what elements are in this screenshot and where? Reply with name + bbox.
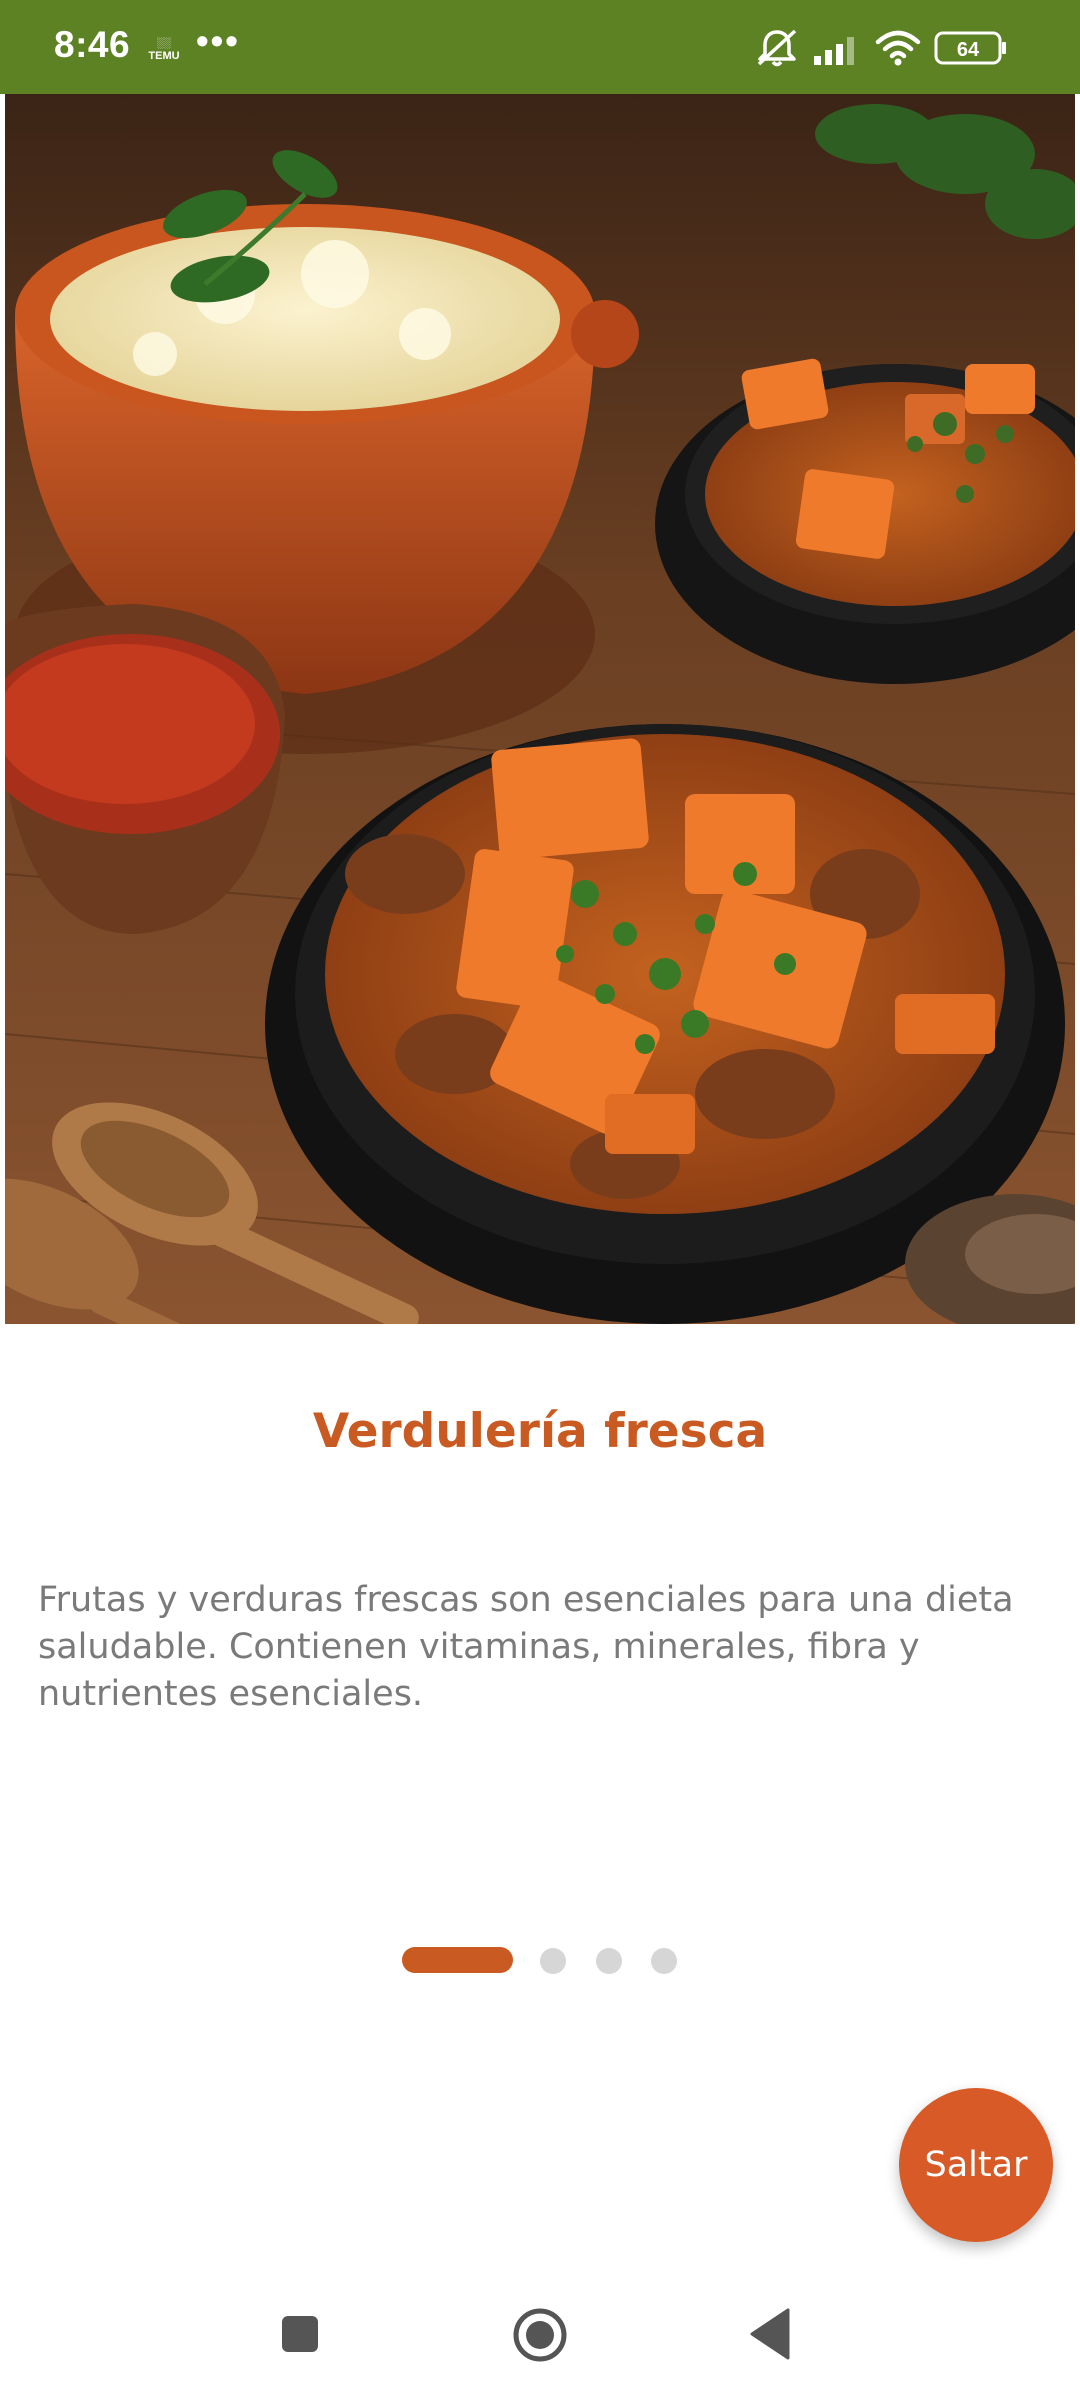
status-icons: 64 [754, 28, 1044, 68]
back-triangle-icon[interactable] [742, 2302, 802, 2366]
hero-image [5, 94, 1075, 1324]
system-navigation-bar [0, 2268, 1080, 2400]
battery-icon: 64 [934, 31, 1006, 65]
silent-mode-icon [757, 29, 797, 67]
page-indicator-dot[interactable] [651, 1948, 677, 1974]
page-indicator [0, 1945, 1080, 1975]
temu-notification-icon: ░░ TEMU [148, 38, 180, 62]
wifi-icon [875, 30, 921, 66]
onboarding-screen: 8:46 ░░ TEMU ••• 64 Verdulería fresca Fr… [0, 0, 1080, 2400]
slide-description: Frutas y verduras frescas son esenciales… [38, 1580, 1014, 1714]
skip-button[interactable]: Saltar [899, 2088, 1053, 2242]
more-notifications-icon: ••• [196, 20, 240, 61]
cellular-signal-icon [814, 37, 854, 65]
temu-label: TEMU [148, 50, 180, 62]
recents-square-icon[interactable] [270, 2304, 330, 2364]
battery-level: 64 [957, 39, 980, 61]
status-bar: 8:46 ░░ TEMU ••• 64 [0, 0, 1080, 94]
page-indicator-dot[interactable] [596, 1948, 622, 1974]
status-time: 8:46 [54, 24, 131, 65]
slide-title: Verdulería fresca [312, 1404, 768, 1459]
page-indicator-active[interactable] [402, 1947, 513, 1973]
page-indicator-dot[interactable] [540, 1948, 566, 1974]
home-circle-icon[interactable] [505, 2300, 575, 2370]
